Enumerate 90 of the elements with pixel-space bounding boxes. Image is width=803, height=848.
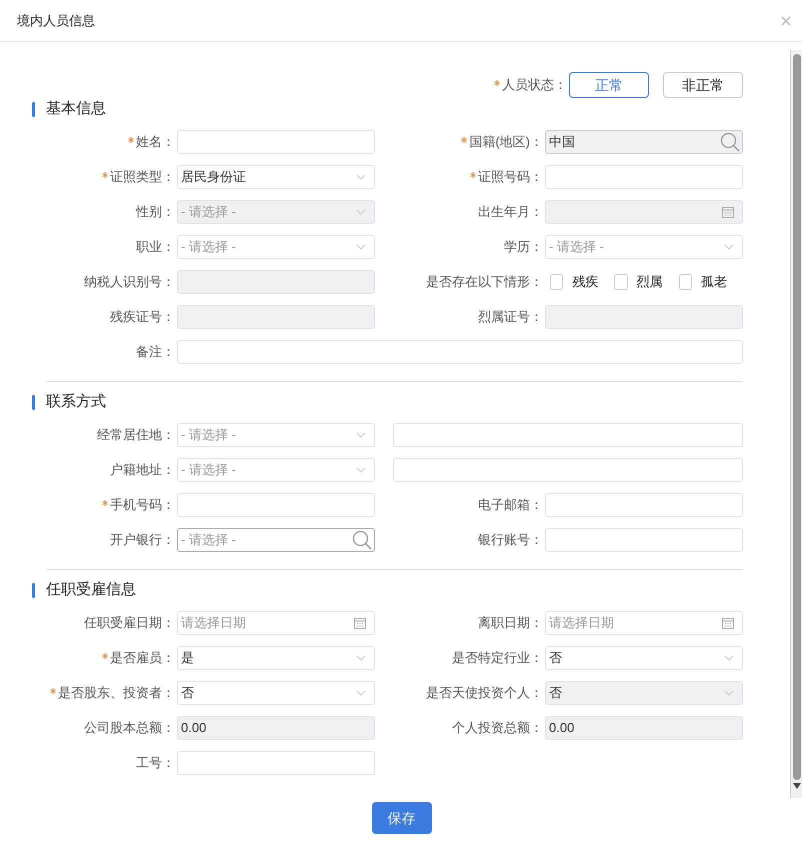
search-icon[interactable] [352, 530, 372, 550]
chevron-down-icon [356, 654, 366, 660]
field-label: 性别： [134, 202, 176, 221]
chevron-down-icon [356, 466, 366, 472]
field-label: 银行账号： [477, 530, 544, 549]
field-label: 学历： [503, 238, 544, 256]
required-asterisk-icon [128, 136, 134, 142]
dropdown[interactable]: - 请选择 - [177, 234, 375, 258]
checkbox-label: 残疾 [572, 272, 598, 291]
calendar-icon [722, 206, 734, 218]
field-label: 是否存在以下情形： [425, 272, 544, 291]
field-label: 是否雇员： [0, 648, 177, 668]
field-label: 个人投资总额： [451, 718, 544, 737]
dropdown[interactable]: - 请选择 - [177, 458, 375, 482]
chevron-down-icon [724, 244, 734, 250]
close-icon[interactable] [781, 16, 791, 26]
date-field[interactable]: 请选择日期 [545, 610, 743, 634]
field-label: 国籍(地区)： [375, 132, 545, 152]
input-field[interactable] [177, 340, 743, 364]
input-field[interactable] [545, 528, 743, 552]
input-field[interactable] [177, 130, 375, 154]
dropdown[interactable]: 居民身份证 [177, 164, 375, 188]
required-asterisk-icon [461, 136, 468, 142]
field-label: 经常居住地： [96, 426, 176, 444]
input-field[interactable] [393, 422, 743, 446]
section-title: 基本信息 [46, 98, 106, 119]
checkbox-label: 孤老 [700, 272, 727, 291]
field-label: 出生年月： [477, 202, 544, 221]
dropdown[interactable]: 否 [177, 680, 375, 704]
section-title: 联系方式 [46, 392, 106, 412]
dropdown[interactable]: 否 [545, 646, 743, 670]
section-marker [32, 102, 35, 116]
required-asterisk-icon [102, 172, 108, 178]
input-field[interactable] [545, 492, 743, 516]
field-label: 电子邮箱： [477, 496, 544, 514]
required-asterisk-icon [470, 172, 476, 178]
section-marker [32, 394, 35, 410]
scroll-down-arrow-icon[interactable] [792, 782, 802, 790]
required-asterisk-icon [494, 80, 500, 86]
checkbox[interactable] [678, 274, 692, 290]
section-title: 任职受雇信息 [46, 580, 136, 600]
dialog-title: 境内人员信息 [17, 12, 95, 30]
chevron-down-icon [356, 432, 366, 438]
scrollbar[interactable] [790, 50, 802, 798]
chevron-down-icon [724, 654, 734, 660]
field-label: 职业： [135, 238, 176, 256]
required-asterisk-icon [102, 652, 108, 658]
required-asterisk-icon [102, 500, 108, 506]
field-label: 任职受雇日期： [83, 614, 176, 632]
field-label: 公司股本总额： [83, 718, 176, 737]
status-option-button[interactable]: 正常 [569, 72, 649, 98]
field-label: 备注： [135, 342, 176, 361]
chevron-down-icon [724, 690, 734, 696]
section-marker [32, 582, 35, 598]
calendar-icon [354, 616, 366, 628]
input-field[interactable] [177, 750, 375, 774]
field-label: 工号： [135, 754, 176, 772]
checkbox[interactable] [550, 274, 564, 290]
input-field[interactable] [177, 492, 375, 516]
field-label: 姓名： [0, 132, 177, 152]
field-label: 是否特定行业： [451, 648, 544, 667]
input-field[interactable] [393, 458, 743, 482]
date-field[interactable]: 请选择日期 [177, 610, 375, 634]
field-label: 户籍地址： [109, 460, 176, 479]
checkbox[interactable] [614, 274, 628, 290]
save-button[interactable]: 保存 [372, 802, 432, 834]
chevron-down-icon [356, 244, 366, 250]
required-asterisk-icon [50, 688, 56, 694]
chevron-down-icon [356, 174, 366, 180]
field-label: 手机号码： [0, 494, 177, 514]
field-label: 离职日期： [477, 614, 544, 632]
field-label: 是否股东、投资者： [0, 682, 177, 702]
chevron-down-icon [356, 690, 366, 696]
field-label: 纳税人识别号： [83, 272, 176, 291]
checkbox-label: 烈属 [636, 272, 663, 291]
field-label: 开户银行： [109, 530, 176, 549]
dropdown[interactable]: 是 [177, 646, 375, 670]
field-label: 烈属证号： [477, 308, 544, 326]
input-field[interactable] [545, 164, 743, 188]
search-field[interactable]: - 请选择 - [177, 528, 375, 552]
field-label: 残疾证号： [109, 308, 176, 326]
field-label: 人员状态： [494, 75, 567, 95]
chevron-down-icon [356, 208, 366, 214]
dropdown[interactable]: - 请选择 - [177, 422, 375, 446]
dropdown[interactable]: - 请选择 - [545, 234, 743, 258]
field-label: 证照类型： [0, 166, 177, 186]
calendar-icon [722, 616, 734, 628]
field-label: 证照号码： [375, 166, 545, 186]
field-label: 是否天使投资个人： [425, 684, 544, 702]
status-option-button[interactable]: 非正常 [663, 72, 743, 98]
